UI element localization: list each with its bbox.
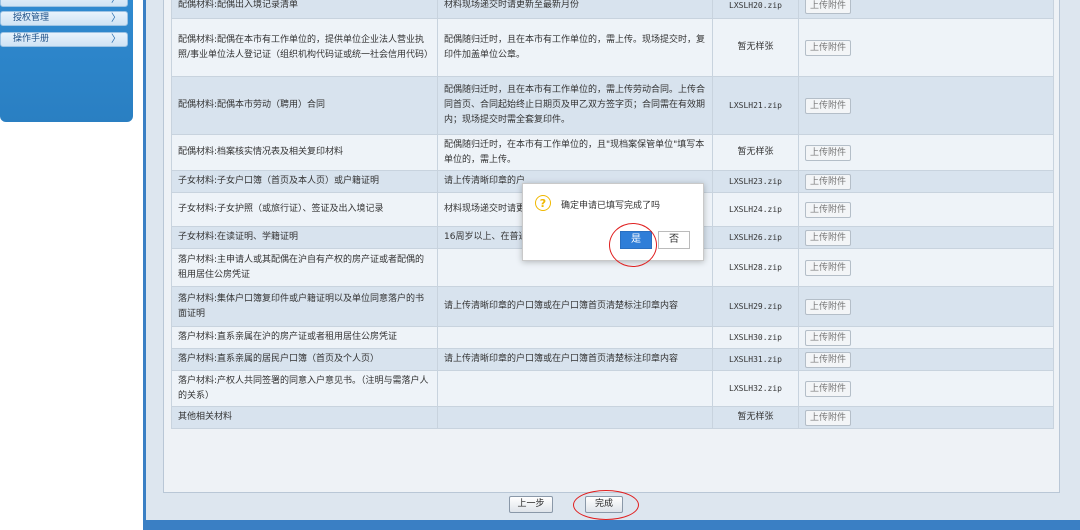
sample-link[interactable]: LXSLH24.zip xyxy=(712,192,799,227)
upload-attachment-button[interactable]: 上传附件 xyxy=(805,380,852,397)
upload-cell: 上传附件 xyxy=(798,192,1054,227)
sidebar: 〉 授权管理 〉 操作手册 〉 xyxy=(0,0,133,122)
table-row: 配偶材料:配偶出入境记录清单 材料现场递交时请更新至最新月份 LXSLH20.zip… xyxy=(171,0,1054,19)
material-cell: 配偶材料:配偶在本市有工作单位的，提供单位企业法人营业执照/事业单位法人登记证（… xyxy=(171,18,438,77)
note-cell xyxy=(437,406,713,429)
upload-attachment-button[interactable]: 上传附件 xyxy=(805,351,852,368)
sample-link[interactable]: 暂无样张 xyxy=(712,134,799,171)
material-cell: 子女材料:子女户口簿（首页及本人页）或户籍证明 xyxy=(171,170,438,193)
yes-button[interactable]: 是 xyxy=(620,231,652,249)
upload-cell: 上传附件 xyxy=(798,248,1054,287)
upload-cell: 上传附件 xyxy=(798,76,1054,135)
upload-attachment-button[interactable]: 上传附件 xyxy=(805,97,852,114)
material-cell: 子女材料:子女护照（或旅行证）、签证及出入境记录 xyxy=(171,192,438,227)
prev-step-button[interactable]: 上一步 xyxy=(509,496,553,513)
upload-attachment-button[interactable]: 上传附件 xyxy=(805,409,852,426)
material-cell: 落户材料:集体户口簿复印件或户籍证明以及单位同意落户的书面证明 xyxy=(171,286,438,327)
upload-cell: 上传附件 xyxy=(798,18,1054,77)
table-row: 配偶材料:档案核实情况表及相关复印材料 配偶随归迁时，在本市有工作单位的，且"现档… xyxy=(171,134,1054,171)
note-cell: 配偶随归迁时，且在本市有工作单位的，需上传劳动合同。上传合同首页、合同起始终止日… xyxy=(437,76,713,135)
upload-cell: 上传附件 xyxy=(798,226,1054,249)
main-frame: 配偶材料:配偶出入境记录清单 材料现场递交时请更新至最新月份 LXSLH20.zip… xyxy=(143,0,1080,530)
upload-cell: 上传附件 xyxy=(798,170,1054,193)
sidebar-item-manual[interactable]: 操作手册 〉 xyxy=(0,32,128,47)
material-cell: 配偶材料:配偶本市劳动（聘用）合同 xyxy=(171,76,438,135)
dialog-message: 确定申请已填写完成了吗 xyxy=(561,201,661,211)
upload-attachment-button[interactable]: 上传附件 xyxy=(805,298,852,315)
sample-link[interactable]: LXSLH32.zip xyxy=(712,370,799,407)
sidebar-item-authorization[interactable]: 授权管理 〉 xyxy=(0,11,128,26)
material-cell: 落户材料:直系亲属在沪的房产证或者租用居住公房凭证 xyxy=(171,326,438,349)
bottom-border xyxy=(146,520,1080,530)
sample-link[interactable]: LXSLH21.zip xyxy=(712,76,799,135)
note-cell: 材料现场递交时请更新至最新月份 xyxy=(437,0,713,19)
confirm-dialog: ? 确定申请已填写完成了吗 是 否 xyxy=(522,183,704,261)
sample-link[interactable]: LXSLH29.zip xyxy=(712,286,799,327)
note-cell: 配偶随归迁时，在本市有工作单位的，且"现档案保管单位"填写本单位的，需上传。 xyxy=(437,134,713,171)
sample-link[interactable]: LXSLH28.zip xyxy=(712,248,799,287)
material-cell: 其他相关材料 xyxy=(171,406,438,429)
material-cell: 落户材料:产权人共同签署的同意入户意见书。（注明与需落户人的关系） xyxy=(171,370,438,407)
upload-cell: 上传附件 xyxy=(798,0,1054,19)
table-row: 落户材料:直系亲属的居民户口簿（首页及个人页） 请上传清晰印章的户口簿或在户口簿首… xyxy=(171,348,1054,371)
material-cell: 配偶材料:档案核实情况表及相关复印材料 xyxy=(171,134,438,171)
left-blank-area xyxy=(0,122,133,530)
question-icon: ? xyxy=(535,195,551,211)
table-row: 其他相关材料 暂无样张 上传附件 xyxy=(171,406,1054,429)
upload-cell: 上传附件 xyxy=(798,326,1054,349)
note-cell: 请上传清晰印章的户口簿或在户口簿首页清楚标注印章内容 xyxy=(437,348,713,371)
upload-cell: 上传附件 xyxy=(798,286,1054,327)
upload-cell: 上传附件 xyxy=(798,348,1054,371)
chevron-right-icon: 〉 xyxy=(111,0,121,6)
upload-attachment-button[interactable]: 上传附件 xyxy=(805,0,852,14)
sidebar-item-hidden[interactable]: 〉 xyxy=(0,0,128,7)
sample-link[interactable]: LXSLH26.zip xyxy=(712,226,799,249)
table-row: 落户材料:产权人共同签署的同意入户意见书。（注明与需落户人的关系） LXSLH32… xyxy=(171,370,1054,407)
table-row: 落户材料:直系亲属在沪的房产证或者租用居住公房凭证 LXSLH30.zip 上传附件 xyxy=(171,326,1054,349)
sidebar-item-label: 操作手册 xyxy=(13,34,50,44)
upload-cell: 上传附件 xyxy=(798,370,1054,407)
note-cell: 配偶随归迁时，且在本市有工作单位的，需上传。现场提交时，复印件加盖单位公章。 xyxy=(437,18,713,77)
material-cell: 子女材料:在读证明、学籍证明 xyxy=(171,226,438,249)
table-row: 配偶材料:配偶在本市有工作单位的，提供单位企业法人营业执照/事业单位法人登记证（… xyxy=(171,18,1054,77)
chevron-right-icon: 〉 xyxy=(111,34,121,45)
sidebar-item-label: 授权管理 xyxy=(13,13,50,23)
sample-link[interactable]: LXSLH23.zip xyxy=(712,170,799,193)
material-cell: 落户材料:主申请人或其配偶在沪自有产权的房产证或者配偶的租用居住公房凭证 xyxy=(171,248,438,287)
upload-attachment-button[interactable]: 上传附件 xyxy=(805,329,852,346)
no-button[interactable]: 否 xyxy=(658,231,690,249)
material-cell: 配偶材料:配偶出入境记录清单 xyxy=(171,0,438,19)
sample-link[interactable]: LXSLH30.zip xyxy=(712,326,799,349)
note-cell: 请上传清晰印章的户口簿或在户口簿首页清楚标注印章内容 xyxy=(437,286,713,327)
table-row: 落户材料:集体户口簿复印件或户籍证明以及单位同意落户的书面证明 请上传清晰印章的户… xyxy=(171,286,1054,327)
sample-link[interactable]: 暂无样张 xyxy=(712,406,799,429)
upload-attachment-button[interactable]: 上传附件 xyxy=(805,173,852,190)
table-row: 配偶材料:配偶本市劳动（聘用）合同 配偶随归迁时，且在本市有工作单位的，需上传劳动… xyxy=(171,76,1054,135)
upload-cell: 上传附件 xyxy=(798,406,1054,429)
note-cell xyxy=(437,370,713,407)
upload-attachment-button[interactable]: 上传附件 xyxy=(805,229,852,246)
chevron-right-icon: 〉 xyxy=(111,13,121,24)
upload-attachment-button[interactable]: 上传附件 xyxy=(805,144,852,161)
note-cell xyxy=(437,326,713,349)
sample-link[interactable]: 暂无样张 xyxy=(712,18,799,77)
finish-button[interactable]: 完成 xyxy=(585,496,623,513)
sample-link[interactable]: LXSLH20.zip xyxy=(712,0,799,19)
upload-attachment-button[interactable]: 上传附件 xyxy=(805,259,852,276)
sample-link[interactable]: LXSLH31.zip xyxy=(712,348,799,371)
upload-cell: 上传附件 xyxy=(798,134,1054,171)
material-cell: 落户材料:直系亲属的居民户口簿（首页及个人页） xyxy=(171,348,438,371)
upload-attachment-button[interactable]: 上传附件 xyxy=(805,39,852,56)
upload-attachment-button[interactable]: 上传附件 xyxy=(805,201,852,218)
